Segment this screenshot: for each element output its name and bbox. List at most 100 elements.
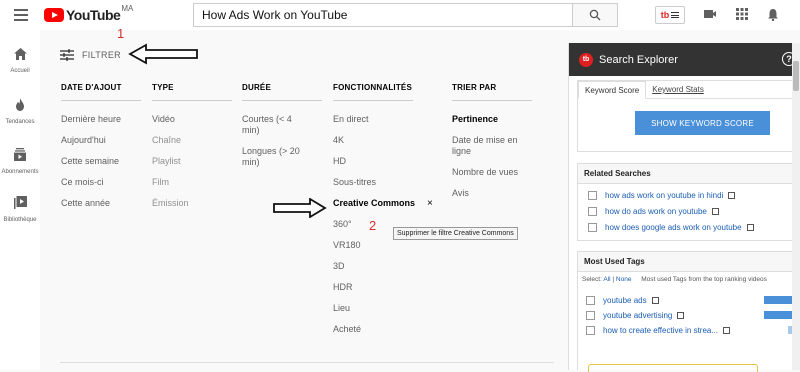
nav-home[interactable]: Accueil: [0, 47, 40, 74]
remove-filter-tooltip: Supprimer le filtre Creative Commons: [393, 227, 518, 240]
scrollbar-thumb[interactable]: [793, 61, 799, 91]
tag-item[interactable]: how to create effective in strea...: [586, 323, 800, 338]
remove-filter-icon[interactable]: ×: [427, 198, 433, 209]
filter-option[interactable]: HDR: [333, 282, 433, 293]
checkbox[interactable]: [586, 296, 595, 305]
filter-option: Émission: [152, 198, 189, 208]
filter-option[interactable]: Acheté: [333, 324, 433, 335]
annotation-number-2: 2: [369, 218, 377, 233]
filter-option[interactable]: VR180: [333, 240, 433, 251]
external-link-icon[interactable]: [723, 327, 731, 334]
external-link-icon[interactable]: [746, 223, 754, 231]
show-keyword-score-button[interactable]: SHOW KEYWORD SCORE: [635, 111, 770, 135]
tag-item[interactable]: youtube advertising2: [586, 308, 800, 323]
column-heading: TRIER PAR: [452, 83, 532, 101]
external-link-icon[interactable]: [711, 207, 719, 215]
filter-option[interactable]: Aujourd'hui: [61, 135, 141, 146]
keyword-tabs: Keyword Score Keyword Stats: [578, 81, 800, 99]
search-input[interactable]: How Ads Work on YouTube: [193, 3, 573, 27]
select-separator: |: [612, 276, 615, 283]
filter-toggle[interactable]: FILTRER: [60, 49, 121, 61]
tag-item[interactable]: youtube ads2: [586, 293, 800, 308]
filter-option[interactable]: Cette année: [61, 198, 141, 209]
sort-option-selected[interactable]: Pertinence: [452, 114, 534, 125]
filter-option: Chaîne: [152, 135, 182, 145]
partial-notice-box: [588, 364, 758, 372]
filter-option[interactable]: Vidéo: [152, 114, 232, 125]
panel-scrollbar[interactable]: [792, 43, 800, 370]
nav-label-trending: Tendances: [5, 119, 35, 125]
checkbox[interactable]: [588, 206, 597, 216]
search-button[interactable]: [573, 3, 618, 27]
creative-commons-label: Creative Commons: [333, 198, 416, 208]
flame-icon: [16, 98, 24, 111]
select-label: Select:: [582, 276, 602, 283]
related-search-item[interactable]: how does google ads work on youtube: [588, 219, 800, 235]
tubebuddy-logo: tb: [660, 10, 670, 20]
filter-option[interactable]: Sous-titres: [333, 177, 433, 188]
tubebuddy-button[interactable]: tb: [655, 6, 685, 24]
home-icon: [13, 48, 27, 60]
nav-library[interactable]: Bibliothèque: [0, 196, 40, 223]
tab-keyword-stats[interactable]: Keyword Stats: [646, 81, 710, 98]
related-search-label[interactable]: how does google ads work on youtube: [605, 223, 742, 232]
tags-subtitle: Most used Tags from the top ranking vide…: [641, 276, 767, 283]
sort-option[interactable]: Date de mise en ligne: [452, 135, 534, 157]
filter-option[interactable]: HD: [333, 156, 433, 167]
related-search-item[interactable]: how do ads work on youtube: [588, 203, 800, 219]
filter-option[interactable]: Cette semaine: [61, 156, 141, 167]
country-code: MA: [121, 4, 134, 13]
column-upload-date: DATE D'AJOUT Dernière heure Aujourd'hui …: [61, 83, 141, 219]
youtube-play-icon: [44, 8, 64, 22]
related-search-item[interactable]: how ads work on youtube in hindi: [588, 187, 800, 203]
tab-keyword-score[interactable]: Keyword Score: [578, 81, 647, 99]
menu-icon[interactable]: [14, 9, 28, 21]
subscriptions-icon: [14, 148, 26, 161]
nav-label-library: Bibliothèque: [3, 217, 37, 223]
filter-option[interactable]: 4K: [333, 135, 433, 146]
tag-label[interactable]: youtube ads: [603, 296, 647, 305]
nav-subscriptions[interactable]: Abonnements: [0, 148, 40, 175]
filter-option[interactable]: Longues (> 20 min): [242, 146, 304, 168]
tag-label[interactable]: youtube advertising: [603, 311, 672, 320]
search-icon: [589, 9, 601, 21]
checkbox[interactable]: [588, 190, 597, 200]
select-none-link[interactable]: None: [616, 276, 632, 283]
nav-trending[interactable]: Tendances: [0, 98, 40, 125]
most-used-tags-box: Most Used Tags Select: All | None Most u…: [577, 251, 800, 372]
tubebuddy-menu-icon: [671, 12, 680, 18]
filter-sliders-icon: [60, 49, 74, 61]
external-link-icon[interactable]: [728, 191, 736, 199]
filter-option[interactable]: Lieu: [333, 303, 433, 314]
external-link-icon[interactable]: [677, 312, 685, 319]
youtube-logo[interactable]: YouTube MA: [44, 4, 134, 23]
tubebuddy-logo-icon: tb: [579, 52, 593, 67]
sort-option[interactable]: Nombre de vues: [452, 167, 534, 178]
related-search-label[interactable]: how ads work on youtube in hindi: [605, 191, 723, 200]
apps-icon[interactable]: [736, 8, 748, 20]
filter-option: Film: [152, 177, 169, 187]
left-nav: Accueil Tendances Abonnements Bibliothèq…: [0, 30, 40, 370]
checkbox[interactable]: [588, 222, 597, 232]
select-all-link[interactable]: All: [603, 276, 610, 283]
checkbox[interactable]: [586, 311, 595, 320]
most-used-tags-title: Most Used Tags: [578, 252, 800, 272]
sort-option[interactable]: Avis: [452, 188, 534, 199]
related-search-label[interactable]: how do ads work on youtube: [605, 207, 707, 216]
create-video-icon[interactable]: [703, 8, 717, 20]
filter-option[interactable]: Dernière heure: [61, 114, 141, 125]
annotation-arrow-right: [273, 198, 327, 218]
annotation-arrow-left: [128, 43, 198, 65]
column-heading: FONCTIONNALITÉS: [333, 83, 413, 101]
column-heading: TYPE: [152, 83, 232, 101]
filter-option-creative-commons[interactable]: Creative Commons ×: [333, 198, 433, 209]
filter-option[interactable]: 3D: [333, 261, 433, 272]
filter-option[interactable]: Courtes (< 4 min): [242, 114, 304, 136]
tag-label[interactable]: how to create effective in strea...: [603, 326, 718, 335]
external-link-icon[interactable]: [651, 297, 659, 304]
notifications-bell-icon[interactable]: [767, 8, 779, 21]
checkbox[interactable]: [586, 326, 595, 335]
filter-option[interactable]: En direct: [333, 114, 433, 125]
filter-option[interactable]: Ce mois-ci: [61, 177, 141, 188]
filter-label: FILTRER: [82, 50, 121, 60]
